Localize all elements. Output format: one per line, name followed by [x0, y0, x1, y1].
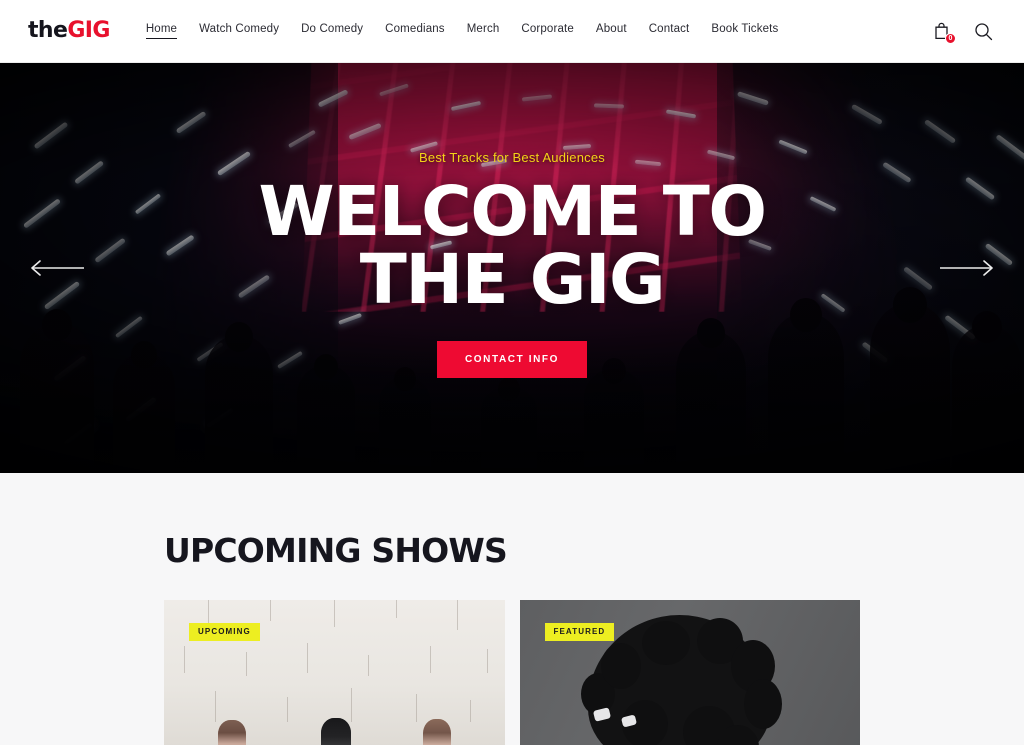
hero-title-line-1: WELCOME TO [258, 179, 765, 247]
show-card-upcoming[interactable]: UPCOMING [164, 600, 505, 745]
nav-label: Contact [649, 23, 690, 35]
show-badge-featured: FEATURED [545, 623, 615, 641]
section-title: UPCOMING SHOWS [164, 531, 860, 570]
search-icon [974, 22, 993, 41]
nav-item-contact[interactable]: Contact [649, 23, 690, 40]
nav-item-watch-comedy[interactable]: Watch Comedy [199, 23, 279, 40]
nav-label: Home [146, 23, 177, 35]
nav-label: Watch Comedy [199, 23, 279, 35]
nav-label: Merch [467, 23, 500, 35]
portrait-background [520, 600, 861, 745]
nav-item-book-tickets[interactable]: Book Tickets [711, 23, 778, 40]
shows-container: UPCOMING SHOWS UPCOMING FEATURED [164, 473, 860, 745]
logo-text-the: the [28, 18, 67, 43]
main-navigation: Home Watch Comedy Do Comedy Comedians Me… [146, 23, 779, 40]
nav-item-do-comedy[interactable]: Do Comedy [301, 23, 363, 40]
person-silhouette [423, 719, 451, 745]
header-actions: 0 [930, 20, 1000, 42]
nav-label: Do Comedy [301, 23, 363, 35]
hero-title-line-2: THE GIG [258, 247, 765, 315]
nav-item-about[interactable]: About [596, 23, 627, 40]
arrow-left-icon [28, 258, 86, 278]
upcoming-shows-section: UPCOMING SHOWS UPCOMING FEATURED [0, 473, 1024, 745]
hero-kicker: Best Tracks for Best Audiences [419, 150, 605, 165]
show-card-featured[interactable]: FEATURED [520, 600, 861, 745]
site-logo[interactable]: theGIG [28, 20, 110, 42]
nav-label: Book Tickets [711, 23, 778, 35]
show-card-list: UPCOMING FEATURED [164, 600, 860, 745]
nav-label: Comedians [385, 23, 445, 35]
cart-count-badge: 0 [945, 33, 956, 44]
contact-info-button[interactable]: CONTACT INFO [437, 341, 587, 378]
show-card-image-featured [520, 600, 861, 745]
cart-button[interactable]: 0 [930, 20, 952, 42]
hero-next-button[interactable] [938, 257, 996, 279]
logo-text-gig: GIG [67, 18, 110, 43]
nav-label: Corporate [521, 23, 574, 35]
nav-item-comedians[interactable]: Comedians [385, 23, 445, 40]
hero-content: Best Tracks for Best Audiences WELCOME T… [0, 63, 1024, 473]
person-silhouette [321, 718, 351, 745]
nav-label: About [596, 23, 627, 35]
nav-item-merch[interactable]: Merch [467, 23, 500, 40]
hero-prev-button[interactable] [28, 257, 86, 279]
nav-item-corporate[interactable]: Corporate [521, 23, 574, 40]
hero-title: WELCOME TO THE GIG [258, 179, 765, 314]
arrow-right-icon [938, 258, 996, 278]
site-header: theGIG Home Watch Comedy Do Comedy Comed… [0, 0, 1024, 63]
hero-slider: Best Tracks for Best Audiences WELCOME T… [0, 63, 1024, 473]
show-badge-upcoming: UPCOMING [189, 623, 260, 641]
person-silhouette [218, 720, 246, 745]
search-button[interactable] [972, 20, 994, 42]
show-card-image-upcoming [164, 600, 505, 745]
nav-item-home[interactable]: Home [146, 23, 177, 40]
